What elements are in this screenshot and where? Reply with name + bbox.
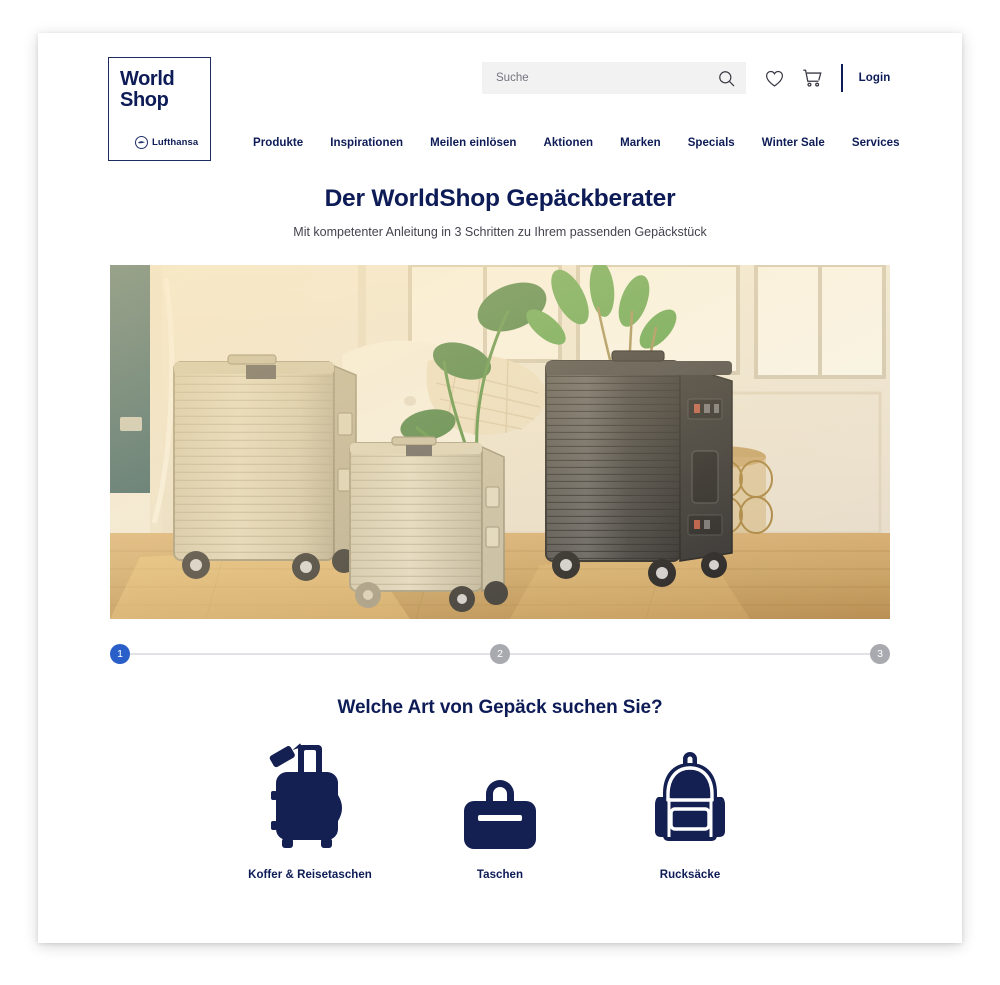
- heart-icon[interactable]: [764, 68, 785, 89]
- backpack-icon: [652, 741, 728, 851]
- nav-item-services[interactable]: Services: [852, 137, 900, 149]
- lufthansa-label: Lufthansa: [152, 137, 199, 148]
- shopping-cart-icon[interactable]: [801, 67, 823, 89]
- step-connector-1-2: [130, 653, 490, 655]
- step-connector-2-3: [510, 653, 870, 655]
- header-icon-group: [764, 67, 823, 89]
- step-question: Welche Art von Gepäck suchen Sie?: [337, 697, 663, 718]
- login-link[interactable]: Login: [859, 72, 891, 84]
- header-utilities: Login: [482, 62, 890, 94]
- step-indicator-2[interactable]: 2: [490, 644, 510, 664]
- step-indicator-1[interactable]: 1: [110, 644, 130, 664]
- logo-line-2: Shop: [120, 89, 169, 111]
- nav-item-winter-sale[interactable]: Winter Sale: [762, 137, 825, 149]
- bag-icon: [460, 741, 540, 851]
- search-icon[interactable]: [717, 69, 736, 88]
- page-card: World Shop Lufthansa Suche Login Produkt…: [38, 33, 962, 943]
- hero-image: [110, 265, 890, 619]
- step-indicator-3[interactable]: 3: [870, 644, 890, 664]
- logo-wordmark: World Shop: [120, 68, 175, 111]
- site-header: World Shop Lufthansa Suche Login Produkt…: [38, 33, 962, 163]
- nav-item-inspirationen[interactable]: Inspirationen: [330, 137, 403, 149]
- suitcase-icon: [264, 741, 356, 851]
- page-subtitle: Mit kompetenter Anleitung in 3 Schritten…: [293, 225, 707, 239]
- search-input[interactable]: [496, 72, 706, 84]
- nav-item-specials[interactable]: Specials: [688, 137, 735, 149]
- option-taschen[interactable]: Taschen: [405, 741, 595, 881]
- logo-line-1: World: [120, 68, 175, 90]
- option-rucksaecke[interactable]: Rucksäcke: [595, 741, 785, 881]
- nav-item-marken[interactable]: Marken: [620, 137, 661, 149]
- option-koffer-reisetaschen[interactable]: Koffer & Reisetaschen: [215, 741, 405, 881]
- header-divider: [841, 64, 843, 92]
- category-options: Koffer & Reisetaschen Taschen Rucksäcke: [38, 741, 962, 881]
- progress-stepper: 1 2 3: [110, 643, 890, 665]
- nav-item-aktionen[interactable]: Aktionen: [544, 137, 594, 149]
- option-label: Koffer & Reisetaschen: [248, 869, 372, 881]
- lufthansa-crane-icon: [135, 136, 148, 149]
- nav-item-produkte[interactable]: Produkte: [253, 137, 303, 149]
- lufthansa-lockup: Lufthansa: [135, 136, 198, 149]
- nav-item-meilen-einlosen[interactable]: Meilen einlösen: [430, 137, 516, 149]
- option-label: Taschen: [476, 869, 524, 881]
- option-label: Rucksäcke: [659, 869, 721, 881]
- search-box[interactable]: [482, 62, 746, 94]
- worldshop-logo[interactable]: World Shop Lufthansa: [108, 57, 211, 161]
- main-navigation: Produkte Inspirationen Meilen einlösen A…: [253, 137, 900, 149]
- page-title: Der WorldShop Gepäckberater: [324, 185, 676, 212]
